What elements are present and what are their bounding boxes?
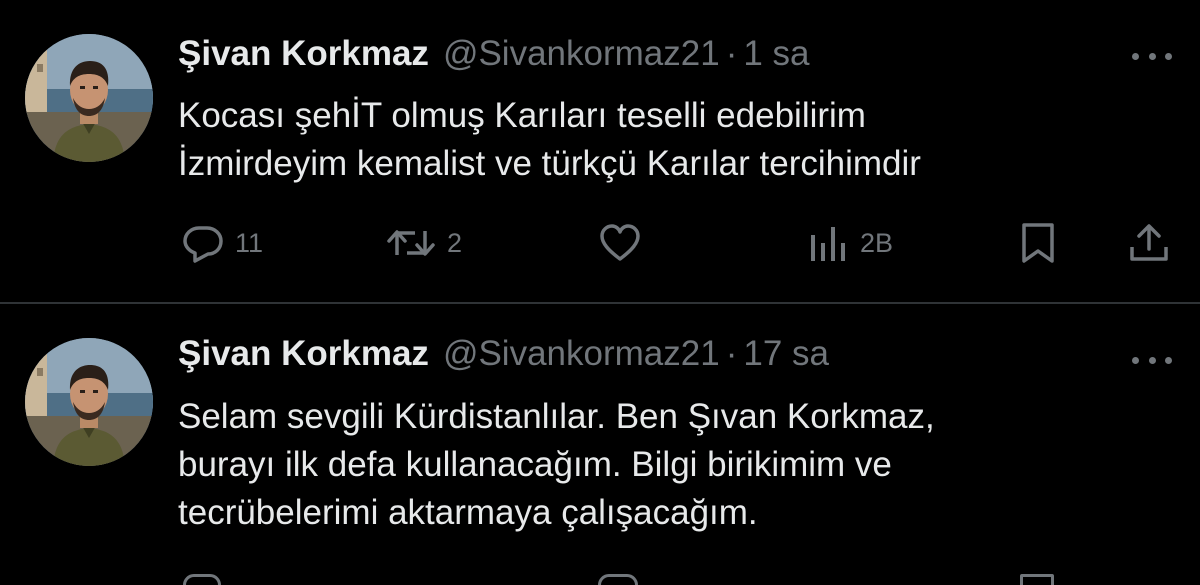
- heart-icon[interactable]: [598, 574, 638, 585]
- bookmark-button[interactable]: [1018, 218, 1058, 268]
- tweet-text-line: Selam sevgili Kürdistanlılar. Ben Şıvan …: [178, 397, 935, 436]
- bookmark-icon: [1022, 223, 1054, 263]
- tweet-header: Şivan Korkmaz @Sivankormaz21 · 17 sa: [178, 332, 829, 376]
- user-handle[interactable]: @Sivankormaz21: [443, 332, 720, 376]
- tweet-divider: [0, 302, 1200, 304]
- tweet-text-line: burayı ilk defa kullanacağım. Bilgi biri…: [178, 445, 892, 484]
- tweet-text-line: Kocası şehİT olmuş Karıları teselli edeb…: [178, 96, 866, 135]
- reply-button[interactable]: 11: [181, 218, 263, 268]
- separator-dot: ·: [725, 34, 738, 73]
- views-count: 2B: [860, 227, 894, 258]
- more-dots-icon[interactable]: [1132, 348, 1172, 372]
- tweet-text: Kocası şehİT olmuş Karıları teselli edeb…: [178, 92, 1178, 188]
- separator-dot: ·: [725, 334, 738, 373]
- dot: [1148, 52, 1156, 60]
- tweet-text-line: İzmirdeyim kemalist ve türkçü Karılar te…: [178, 144, 921, 183]
- dot: [1165, 52, 1172, 60]
- reply-count: 11: [235, 227, 264, 258]
- user-handle[interactable]: @Sivankormaz21: [443, 32, 720, 76]
- retweet-button[interactable]: 2: [385, 218, 462, 268]
- dot: [1132, 356, 1139, 364]
- dot: [1148, 356, 1156, 364]
- more-dots-icon[interactable]: [1132, 44, 1172, 68]
- speech-bubble-icon[interactable]: [183, 574, 221, 585]
- display-name[interactable]: Şivan Korkmaz: [178, 332, 429, 376]
- timestamp[interactable]: 1 sa: [743, 32, 809, 76]
- dot: [1132, 52, 1139, 60]
- timestamp[interactable]: 17 sa: [743, 332, 829, 376]
- dot: [1165, 356, 1172, 364]
- share-button[interactable]: [1127, 218, 1171, 268]
- share-upload-icon: [1130, 224, 1168, 261]
- tweet[interactable]: Şivan Korkmaz @Sivankormaz21 · 1 sa Koca…: [0, 0, 1200, 303]
- retweet-count: 2: [447, 227, 463, 258]
- avatar-photo: [25, 338, 153, 466]
- avatar-photo: [25, 34, 153, 162]
- avatar[interactable]: [25, 34, 153, 162]
- heart-icon: [600, 224, 640, 261]
- tweet[interactable]: Şivan Korkmaz @Sivankormaz21 · 17 sa Sel…: [0, 305, 1200, 585]
- bookmark-icon[interactable]: [1020, 574, 1054, 585]
- action-bar: 11 2 2B: [0, 218, 1200, 268]
- tweet-text-line: tecrübelerimi aktarmaya çalışacağım.: [178, 493, 758, 532]
- speech-bubble-icon: [183, 226, 223, 263]
- views-button[interactable]: 2B: [806, 218, 893, 268]
- avatar[interactable]: [25, 338, 153, 466]
- display-name[interactable]: Şivan Korkmaz: [178, 32, 429, 76]
- cut-off-action-bar: [0, 574, 1200, 585]
- retweet-arrows-icon: [387, 230, 435, 256]
- tweet-text: Selam sevgili Kürdistanlılar. Ben Şıvan …: [178, 393, 1178, 537]
- tweet-header: Şivan Korkmaz @Sivankormaz21 · 1 sa: [178, 32, 810, 76]
- bar-chart-icon: [811, 227, 845, 261]
- like-button[interactable]: [598, 218, 652, 268]
